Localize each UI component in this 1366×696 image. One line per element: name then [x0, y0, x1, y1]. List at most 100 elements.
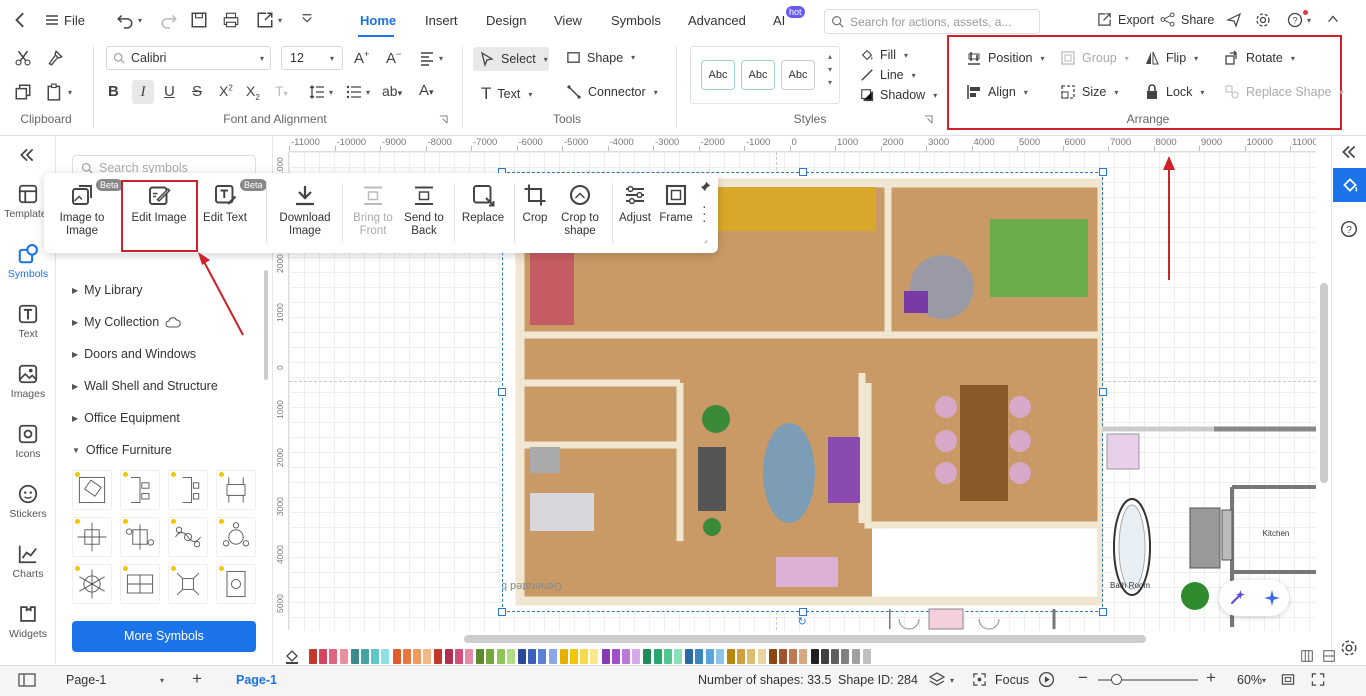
- format-panel-button[interactable]: [1333, 168, 1366, 202]
- tab-view[interactable]: View: [554, 13, 582, 28]
- color-swatch[interactable]: [319, 649, 328, 664]
- redo-icon[interactable]: [160, 11, 178, 29]
- italic-icon[interactable]: I: [132, 80, 154, 104]
- crop-button[interactable]: Crop: [518, 183, 552, 225]
- fill-button[interactable]: Fill ▾: [860, 48, 908, 62]
- color-swatch[interactable]: [727, 649, 735, 664]
- style-swatch-1[interactable]: Abc: [701, 60, 735, 90]
- color-swatch[interactable]: [779, 649, 787, 664]
- more-chevron-icon[interactable]: [300, 12, 314, 28]
- line-spacing-icon[interactable]: [308, 84, 326, 100]
- styles-scroll-icon[interactable]: ▴ ▾ ▾: [828, 50, 832, 89]
- resize-corner-icon[interactable]: ⌟: [704, 235, 708, 244]
- fill-color-picker-icon[interactable]: [284, 648, 300, 664]
- undo-dropdown-icon[interactable]: ▾: [138, 16, 142, 25]
- office-furniture-symbol[interactable]: [72, 470, 112, 510]
- color-swatch[interactable]: [476, 649, 485, 664]
- focus-label[interactable]: Focus: [995, 673, 1029, 687]
- layers-icon[interactable]: [928, 671, 946, 687]
- sidebar-item-widgets[interactable]: Widgets: [0, 603, 56, 640]
- add-page-icon[interactable]: +: [192, 669, 202, 689]
- undo-icon[interactable]: [116, 11, 134, 29]
- export-button[interactable]: Export: [1097, 12, 1154, 27]
- print-icon[interactable]: [222, 11, 240, 29]
- tab-insert[interactable]: Insert: [425, 13, 458, 28]
- tab-ai[interactable]: AI: [773, 13, 785, 28]
- color-swatch[interactable]: [632, 649, 641, 664]
- save-icon[interactable]: [190, 11, 208, 29]
- paste-icon[interactable]: [46, 83, 64, 101]
- color-swatch[interactable]: [371, 649, 380, 664]
- fullscreen-icon[interactable]: [1310, 672, 1326, 687]
- color-swatch[interactable]: [548, 649, 557, 664]
- group-button[interactable]: Group ▾: [1060, 50, 1129, 66]
- vertical-scrollbar[interactable]: [1320, 283, 1328, 483]
- office-furniture-symbol[interactable]: [120, 564, 160, 604]
- size-button[interactable]: Size ▾: [1060, 84, 1118, 100]
- replace-image-button[interactable]: Replace: [458, 183, 508, 225]
- subscript-icon[interactable]: X2: [246, 83, 260, 102]
- font-color-icon[interactable]: A▾: [419, 82, 434, 99]
- color-swatch[interactable]: [789, 649, 798, 664]
- sidebar-item-text[interactable]: Text: [0, 303, 56, 340]
- resize-handle[interactable]: [498, 608, 506, 616]
- panel-scrollbar[interactable]: [264, 270, 268, 380]
- color-swatch[interactable]: [538, 649, 547, 664]
- more-vertical-icon[interactable]: · · ·: [702, 199, 707, 227]
- color-swatch[interactable]: [737, 649, 746, 664]
- frame-button[interactable]: Frame: [656, 183, 696, 225]
- format-painter-icon[interactable]: [46, 49, 64, 67]
- help-circle-icon[interactable]: ?: [1340, 220, 1358, 238]
- color-swatch[interactable]: [528, 649, 537, 664]
- tab-advanced[interactable]: Advanced: [688, 13, 746, 28]
- align-left-icon[interactable]: [418, 50, 436, 66]
- layers-dropdown-icon[interactable]: ▾: [950, 676, 954, 685]
- color-swatch[interactable]: [852, 649, 861, 664]
- align-button[interactable]: Align ▾: [966, 84, 1028, 100]
- play-presentation-icon[interactable]: [1038, 671, 1055, 688]
- color-swatch[interactable]: [444, 649, 453, 664]
- adjust-button[interactable]: Adjust: [616, 183, 654, 225]
- help-dropdown-icon[interactable]: ▾: [1307, 16, 1311, 25]
- export-doc-icon[interactable]: [256, 11, 274, 29]
- zoom-slider-handle[interactable]: [1111, 674, 1122, 685]
- office-furniture-symbol[interactable]: [216, 470, 256, 510]
- horizontal-scrollbar[interactable]: [464, 635, 1146, 643]
- font-size-select[interactable]: 12 ▾: [281, 46, 343, 70]
- color-swatch[interactable]: [329, 649, 338, 664]
- library-office-equipment[interactable]: ▶ Office Equipment: [72, 411, 180, 425]
- font-family-select[interactable]: Calibri ▾: [106, 46, 271, 70]
- color-swatch[interactable]: [674, 649, 682, 664]
- flip-button[interactable]: Flip ▾: [1144, 50, 1198, 66]
- office-furniture-symbol[interactable]: [216, 564, 256, 604]
- color-swatch[interactable]: [518, 649, 526, 664]
- color-swatch[interactable]: [590, 649, 599, 664]
- color-swatch[interactable]: [695, 649, 704, 664]
- download-image-button[interactable]: Download Image: [276, 183, 334, 238]
- color-swatch[interactable]: [841, 649, 850, 664]
- color-swatch[interactable]: [747, 649, 756, 664]
- tab-design[interactable]: Design: [486, 13, 526, 28]
- send-to-back-button[interactable]: Send to Back: [400, 183, 448, 238]
- file-menu[interactable]: File: [64, 13, 85, 28]
- settings-gear-icon[interactable]: [1340, 639, 1358, 657]
- office-furniture-symbol[interactable]: [72, 564, 112, 604]
- office-furniture-symbol[interactable]: [72, 517, 112, 557]
- color-swatch[interactable]: [339, 649, 348, 664]
- bring-to-front-button[interactable]: Bring to Front: [348, 183, 398, 238]
- underline-icon[interactable]: U: [164, 83, 175, 100]
- office-furniture-symbol[interactable]: [120, 517, 160, 557]
- color-swatch[interactable]: [506, 649, 515, 664]
- sidebar-item-images[interactable]: Images: [0, 363, 56, 400]
- paste-dropdown-icon[interactable]: ▾: [68, 88, 72, 97]
- zoom-dropdown-icon[interactable]: ▾: [1262, 676, 1266, 685]
- bullet-list-icon[interactable]: [345, 84, 363, 100]
- zoom-out-icon[interactable]: −: [1078, 668, 1088, 688]
- position-button[interactable]: Position ▾: [966, 50, 1045, 66]
- office-furniture-symbol[interactable]: [120, 470, 160, 510]
- color-swatch[interactable]: [768, 649, 777, 664]
- help-icon[interactable]: ?: [1287, 12, 1303, 28]
- share-button[interactable]: Share: [1160, 12, 1214, 27]
- sidebar-item-icons[interactable]: Icons: [0, 423, 56, 460]
- color-swatch[interactable]: [454, 649, 463, 664]
